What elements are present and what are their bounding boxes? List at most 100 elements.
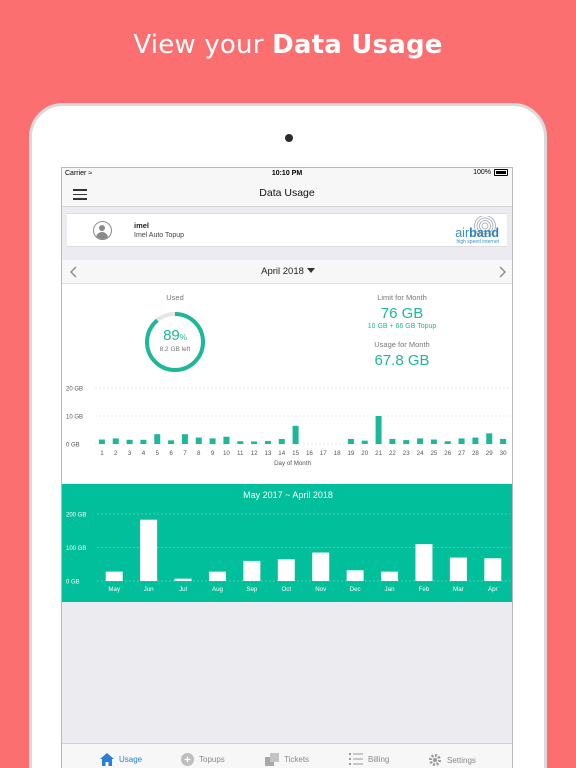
status-time: 10:10 PM — [271, 170, 303, 177]
yearly-x-tick-label: Dec — [350, 586, 361, 593]
yearly-usage-chart: 0 GB 100 GB 200 GB May Jun Jul Aug Sep Oct Nov Dec… — [66, 513, 510, 593]
daily-bar — [195, 437, 202, 444]
tab-usage[interactable]: Usage — [100, 753, 142, 766]
yearly-bar — [449, 557, 467, 581]
daily-x-tick-label: 9 — [211, 450, 215, 457]
yearly-bar — [208, 571, 226, 581]
tab-tickets[interactable]: Tickets — [265, 753, 309, 766]
battery-indicator: 100% — [473, 169, 508, 176]
month-selector[interactable]: April 2018 — [62, 266, 512, 277]
daily-x-tick-label: 30 — [500, 450, 507, 457]
yearly-bar — [174, 578, 192, 581]
daily-x-tick-label: 1 — [100, 450, 104, 457]
daily-bar — [251, 441, 258, 444]
daily-x-tick-label: 15 — [292, 450, 299, 457]
yearly-x-tick-label: Aug — [212, 586, 224, 593]
gear-icon — [429, 754, 441, 766]
daily-bar — [237, 441, 244, 444]
daily-bar — [98, 439, 105, 444]
status-bar: Carrier ≈ 10:10 PM 100% — [62, 168, 512, 180]
daily-bar — [292, 425, 299, 444]
used-percent: 89% — [163, 327, 187, 344]
daily-x-tick-label: 25 — [430, 450, 437, 457]
yearly-y-tick-label: 100 GB — [66, 546, 86, 552]
daily-bar — [278, 438, 285, 444]
headline-bold: Data Usage — [272, 30, 443, 60]
daily-bar — [389, 438, 396, 444]
list-icon — [349, 753, 363, 765]
yearly-bar — [346, 570, 364, 581]
daily-x-tick-label: 22 — [389, 450, 396, 457]
daily-bar — [361, 440, 368, 444]
daily-bar — [209, 438, 216, 444]
plus-circle-icon — [181, 753, 194, 766]
limit-detail: 10 GB + 66 GB Topup — [367, 323, 437, 330]
tab-topups-label: Topups — [199, 755, 225, 764]
daily-x-tick-label: 5 — [156, 450, 160, 457]
daily-bar — [472, 437, 479, 444]
yearly-bar — [415, 544, 433, 581]
battery-percent: 100% — [473, 169, 491, 176]
limit-value: 76 GB — [380, 305, 424, 322]
daily-x-tick-label: 17 — [320, 450, 327, 457]
camera-dot — [285, 134, 293, 142]
daily-x-tick-label: 3 — [128, 450, 132, 457]
daily-x-tick-label: 27 — [458, 450, 465, 457]
daily-bar — [126, 439, 133, 444]
tickets-icon — [265, 753, 279, 766]
daily-bar — [168, 440, 175, 444]
daily-bar — [403, 440, 410, 444]
daily-x-tick-label: 24 — [417, 450, 424, 457]
yearly-bar — [105, 571, 123, 581]
chevron-right-icon[interactable] — [495, 265, 509, 279]
brand-tagline: high speed internet — [456, 239, 499, 245]
nav-bar: Data Usage — [62, 180, 512, 207]
daily-bar — [444, 441, 451, 444]
daily-bar — [140, 439, 147, 444]
daily-x-tick-label: 26 — [444, 450, 451, 457]
headline: View your Data Usage — [0, 30, 576, 60]
yearly-bar — [312, 552, 330, 581]
tab-settings[interactable]: Settings — [428, 753, 476, 767]
usage-label: Usage for Month — [374, 340, 430, 349]
daily-y-tick-label: 0 GB — [66, 443, 80, 449]
account-card[interactable]: imel Imel Auto Topup airband high speed … — [67, 213, 507, 247]
caret-down-icon — [306, 268, 315, 273]
brand-logo: airband — [455, 226, 499, 240]
daily-x-axis-label: Day of Month — [274, 460, 311, 467]
daily-x-tick-label: 21 — [375, 450, 382, 457]
month-navigator: April 2018 — [62, 260, 512, 284]
yearly-bar — [381, 571, 399, 581]
yearly-y-tick-label: 0 GB — [66, 580, 80, 586]
tab-usage-label: Usage — [119, 755, 143, 764]
tab-topups[interactable]: Topups — [181, 753, 225, 766]
data-left: 8.2 GB left — [159, 346, 191, 353]
daily-bar — [347, 438, 354, 444]
daily-bar — [112, 438, 119, 444]
tab-tickets-label: Tickets — [284, 755, 310, 764]
daily-bar — [223, 436, 230, 444]
daily-x-tick-label: 12 — [251, 450, 258, 457]
daily-x-tick-label: 8 — [197, 450, 201, 457]
daily-x-tick-label: 23 — [403, 450, 410, 457]
app-screen: Carrier ≈ 10:10 PM 100% Data Usage imel … — [61, 167, 513, 768]
tab-billing[interactable]: Billing — [349, 753, 389, 765]
yearly-x-tick-label: Apr — [488, 586, 498, 593]
yearly-bar — [140, 519, 158, 581]
daily-x-tick-label: 13 — [264, 450, 271, 457]
yearly-x-tick-label: Jul — [179, 586, 187, 593]
daily-y-tick-label: 20 GB — [66, 387, 83, 393]
tab-bar: Usage Topups Tickets Billing Settings — [62, 743, 512, 768]
tab-billing-label: Billing — [368, 754, 390, 764]
yearly-x-tick-label: Nov — [315, 586, 327, 593]
daily-x-tick-label: 14 — [278, 450, 285, 457]
daily-bar — [500, 438, 507, 444]
daily-x-tick-label: 6 — [169, 450, 173, 457]
yearly-x-tick-label: Mar — [453, 586, 464, 593]
daily-usage-chart: 0 GB10 GB20 GB1 2 3 4 5 6 7 8 9 10 11 12 13 14 15 16 17 1… — [66, 387, 510, 467]
daily-bar — [181, 434, 188, 444]
daily-bar — [430, 439, 437, 444]
daily-x-tick-label: 4 — [142, 450, 146, 457]
daily-bar — [417, 438, 424, 444]
tab-settings-label: Settings — [447, 755, 476, 765]
